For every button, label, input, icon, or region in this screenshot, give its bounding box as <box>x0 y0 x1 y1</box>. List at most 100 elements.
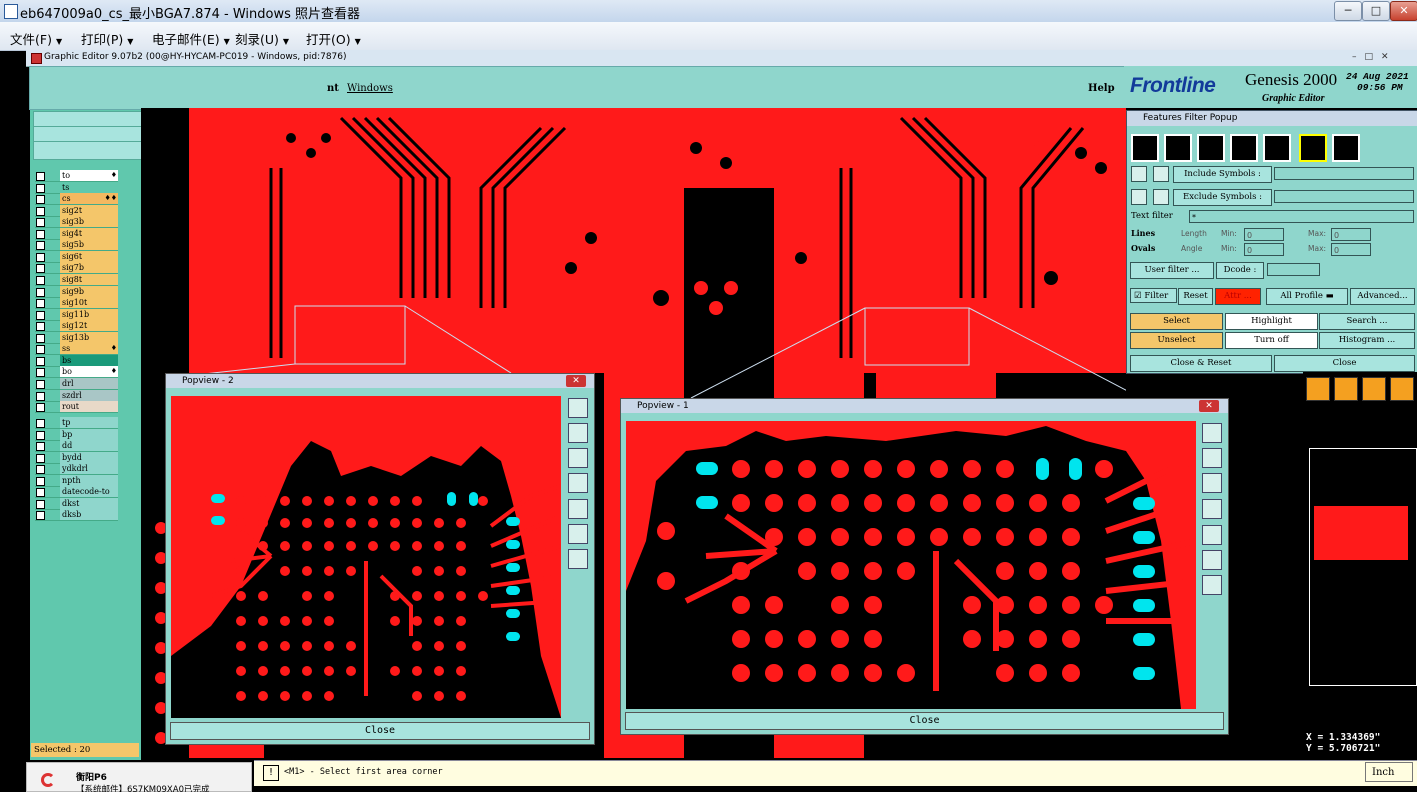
layer-checkbox[interactable] <box>36 442 45 452</box>
layer-checkbox[interactable] <box>36 183 45 193</box>
exclude-browse-icon[interactable] <box>1153 189 1169 205</box>
exclude-symbols-input[interactable] <box>1274 190 1414 203</box>
select-button[interactable]: Select <box>1130 313 1223 330</box>
advanced-button[interactable]: Advanced... <box>1350 288 1415 305</box>
line-tool-icon[interactable] <box>1131 134 1159 162</box>
layer-row-drl[interactable]: drl <box>35 378 118 390</box>
include-browse-icon[interactable] <box>1153 166 1169 182</box>
layer-row-bo[interactable]: bo ♦ <box>35 366 118 379</box>
layer-checkbox[interactable] <box>36 476 45 486</box>
layer-row-rout[interactable]: rout <box>35 401 118 414</box>
layer-row-datecode-to[interactable]: datecode-to <box>35 486 118 499</box>
layer-checkbox[interactable] <box>36 488 45 498</box>
pan-up-icon[interactable] <box>1202 448 1222 468</box>
layer-row-ts[interactable]: ts <box>35 181 118 194</box>
close-button[interactable]: ✕ <box>1390 1 1417 21</box>
positive-polarity-icon[interactable] <box>1299 134 1327 162</box>
layer-checkbox[interactable] <box>36 511 45 521</box>
layer-checkbox[interactable] <box>36 430 45 440</box>
search-button[interactable]: Search ... <box>1319 313 1415 330</box>
layer-row-sig13b[interactable]: sig13b <box>35 331 118 344</box>
close-icon[interactable]: ✕ <box>1199 400 1219 412</box>
menu-file[interactable]: 文件(F) ▼ <box>10 29 62 48</box>
text-filter-input[interactable]: * <box>1189 210 1414 223</box>
layer-row-sig4t[interactable]: sig4t <box>35 227 118 240</box>
layer-row-sig3b[interactable]: sig3b <box>35 216 118 229</box>
zoom-fit-icon[interactable] <box>568 398 588 418</box>
popview-2-canvas[interactable] <box>171 396 561 718</box>
popview-1-canvas[interactable] <box>626 421 1196 709</box>
include-symbols-input[interactable] <box>1274 167 1414 180</box>
layer-checkbox[interactable] <box>36 310 45 320</box>
select-tool-icon[interactable] <box>1334 377 1358 401</box>
ge-window-buttons[interactable]: –□✕ <box>1352 51 1412 63</box>
layer-checkbox[interactable] <box>36 380 45 389</box>
menu-burn[interactable]: 刻录(U) ▼ <box>235 29 289 48</box>
measure-tool-icon[interactable] <box>1390 377 1414 401</box>
layer-row-sig2t[interactable]: sig2t <box>35 204 118 217</box>
layer-checkbox[interactable] <box>36 322 45 332</box>
popview-2-close-button[interactable]: Close <box>170 722 590 740</box>
zoom-in-icon[interactable] <box>1202 550 1222 570</box>
layer-checkbox[interactable] <box>36 195 45 205</box>
length-min-input[interactable]: 0 <box>1244 228 1284 241</box>
arc-tool-icon[interactable] <box>1230 134 1258 162</box>
surface-tool-icon[interactable] <box>1197 134 1225 162</box>
layer-checkbox[interactable] <box>36 299 45 309</box>
layer-checkbox[interactable] <box>36 499 45 509</box>
close-reset-button[interactable]: Close & Reset <box>1130 355 1272 372</box>
minimize-button[interactable]: ─ <box>1334 1 1362 21</box>
layer-checkbox[interactable] <box>36 218 45 228</box>
layer-checkbox[interactable] <box>36 241 45 251</box>
length-max-input[interactable]: 0 <box>1331 228 1371 241</box>
pan-down-icon[interactable] <box>1202 473 1222 493</box>
angle-min-input[interactable]: 0 <box>1244 243 1284 256</box>
filter-close-button[interactable]: Close <box>1274 355 1415 372</box>
layer-checkbox[interactable] <box>36 345 45 355</box>
lines-checkbox[interactable]: Lines <box>1131 228 1169 241</box>
layer-row-bydd[interactable]: bydd <box>35 451 118 464</box>
pan-right-icon[interactable] <box>568 499 588 519</box>
layer-checkbox[interactable] <box>36 264 45 274</box>
menu-item-help[interactable]: Help <box>1088 83 1115 94</box>
popview-1-close-button[interactable]: Close <box>625 712 1224 730</box>
menu-item-windows[interactable]: Windows <box>347 83 393 94</box>
pan-right-icon[interactable] <box>1202 525 1222 545</box>
dcode-input[interactable] <box>1267 263 1320 276</box>
layer-checkbox[interactable] <box>36 206 45 216</box>
layer-row-sig7b[interactable]: sig7b <box>35 262 118 275</box>
layer-row-cs[interactable]: cs ♦♦ <box>35 193 118 206</box>
layer-checkbox[interactable] <box>36 333 45 343</box>
taskbar-notification[interactable]: 衡阳P6 【系统邮件】6S7KM09XA0已完成 <box>26 762 252 792</box>
zoom-in-icon[interactable] <box>568 524 588 544</box>
overview-map[interactable] <box>1309 448 1417 686</box>
units-dropdown[interactable]: Inch <box>1365 762 1413 782</box>
pan-left-icon[interactable] <box>1202 499 1222 519</box>
layer-row-to[interactable]: to ♦ <box>35 170 118 182</box>
layer-row-bs[interactable]: bs <box>35 354 118 367</box>
layer-checkbox[interactable] <box>36 419 45 428</box>
layer-row-sig12t[interactable]: sig12t <box>35 320 118 333</box>
pan-up-icon[interactable] <box>568 423 588 443</box>
layer-row-dd[interactable]: dd <box>35 440 118 453</box>
angle-max-input[interactable]: 0 <box>1331 243 1371 256</box>
layer-row-tp[interactable]: tp <box>35 417 118 429</box>
layer-checkbox[interactable] <box>36 368 45 378</box>
menu-open[interactable]: 打开(O) ▼ <box>306 29 361 48</box>
turn-off-button[interactable]: Turn off <box>1225 332 1318 349</box>
layer-checkbox[interactable] <box>36 287 45 297</box>
layer-checkbox[interactable] <box>36 391 45 401</box>
menu-print[interactable]: 打印(P) ▼ <box>81 29 133 48</box>
close-icon[interactable]: ✕ <box>566 375 586 387</box>
pan-left-icon[interactable] <box>568 473 588 493</box>
layer-checkbox[interactable] <box>36 252 45 262</box>
filter-checkbox[interactable]: ☑ Filter <box>1130 288 1177 303</box>
layer-row-npth[interactable]: npth <box>35 474 118 487</box>
layer-checkbox[interactable] <box>36 403 45 413</box>
text-tool-icon[interactable] <box>1263 134 1291 162</box>
layer-row-dkst[interactable]: dkst <box>35 497 118 510</box>
zoom-fit-icon[interactable] <box>1202 423 1222 443</box>
exclude-pick-icon[interactable] <box>1131 189 1147 205</box>
layer-row-ydkdrl[interactable]: ydkdrl <box>35 463 118 476</box>
layer-row-sig9b[interactable]: sig9b <box>35 285 118 298</box>
